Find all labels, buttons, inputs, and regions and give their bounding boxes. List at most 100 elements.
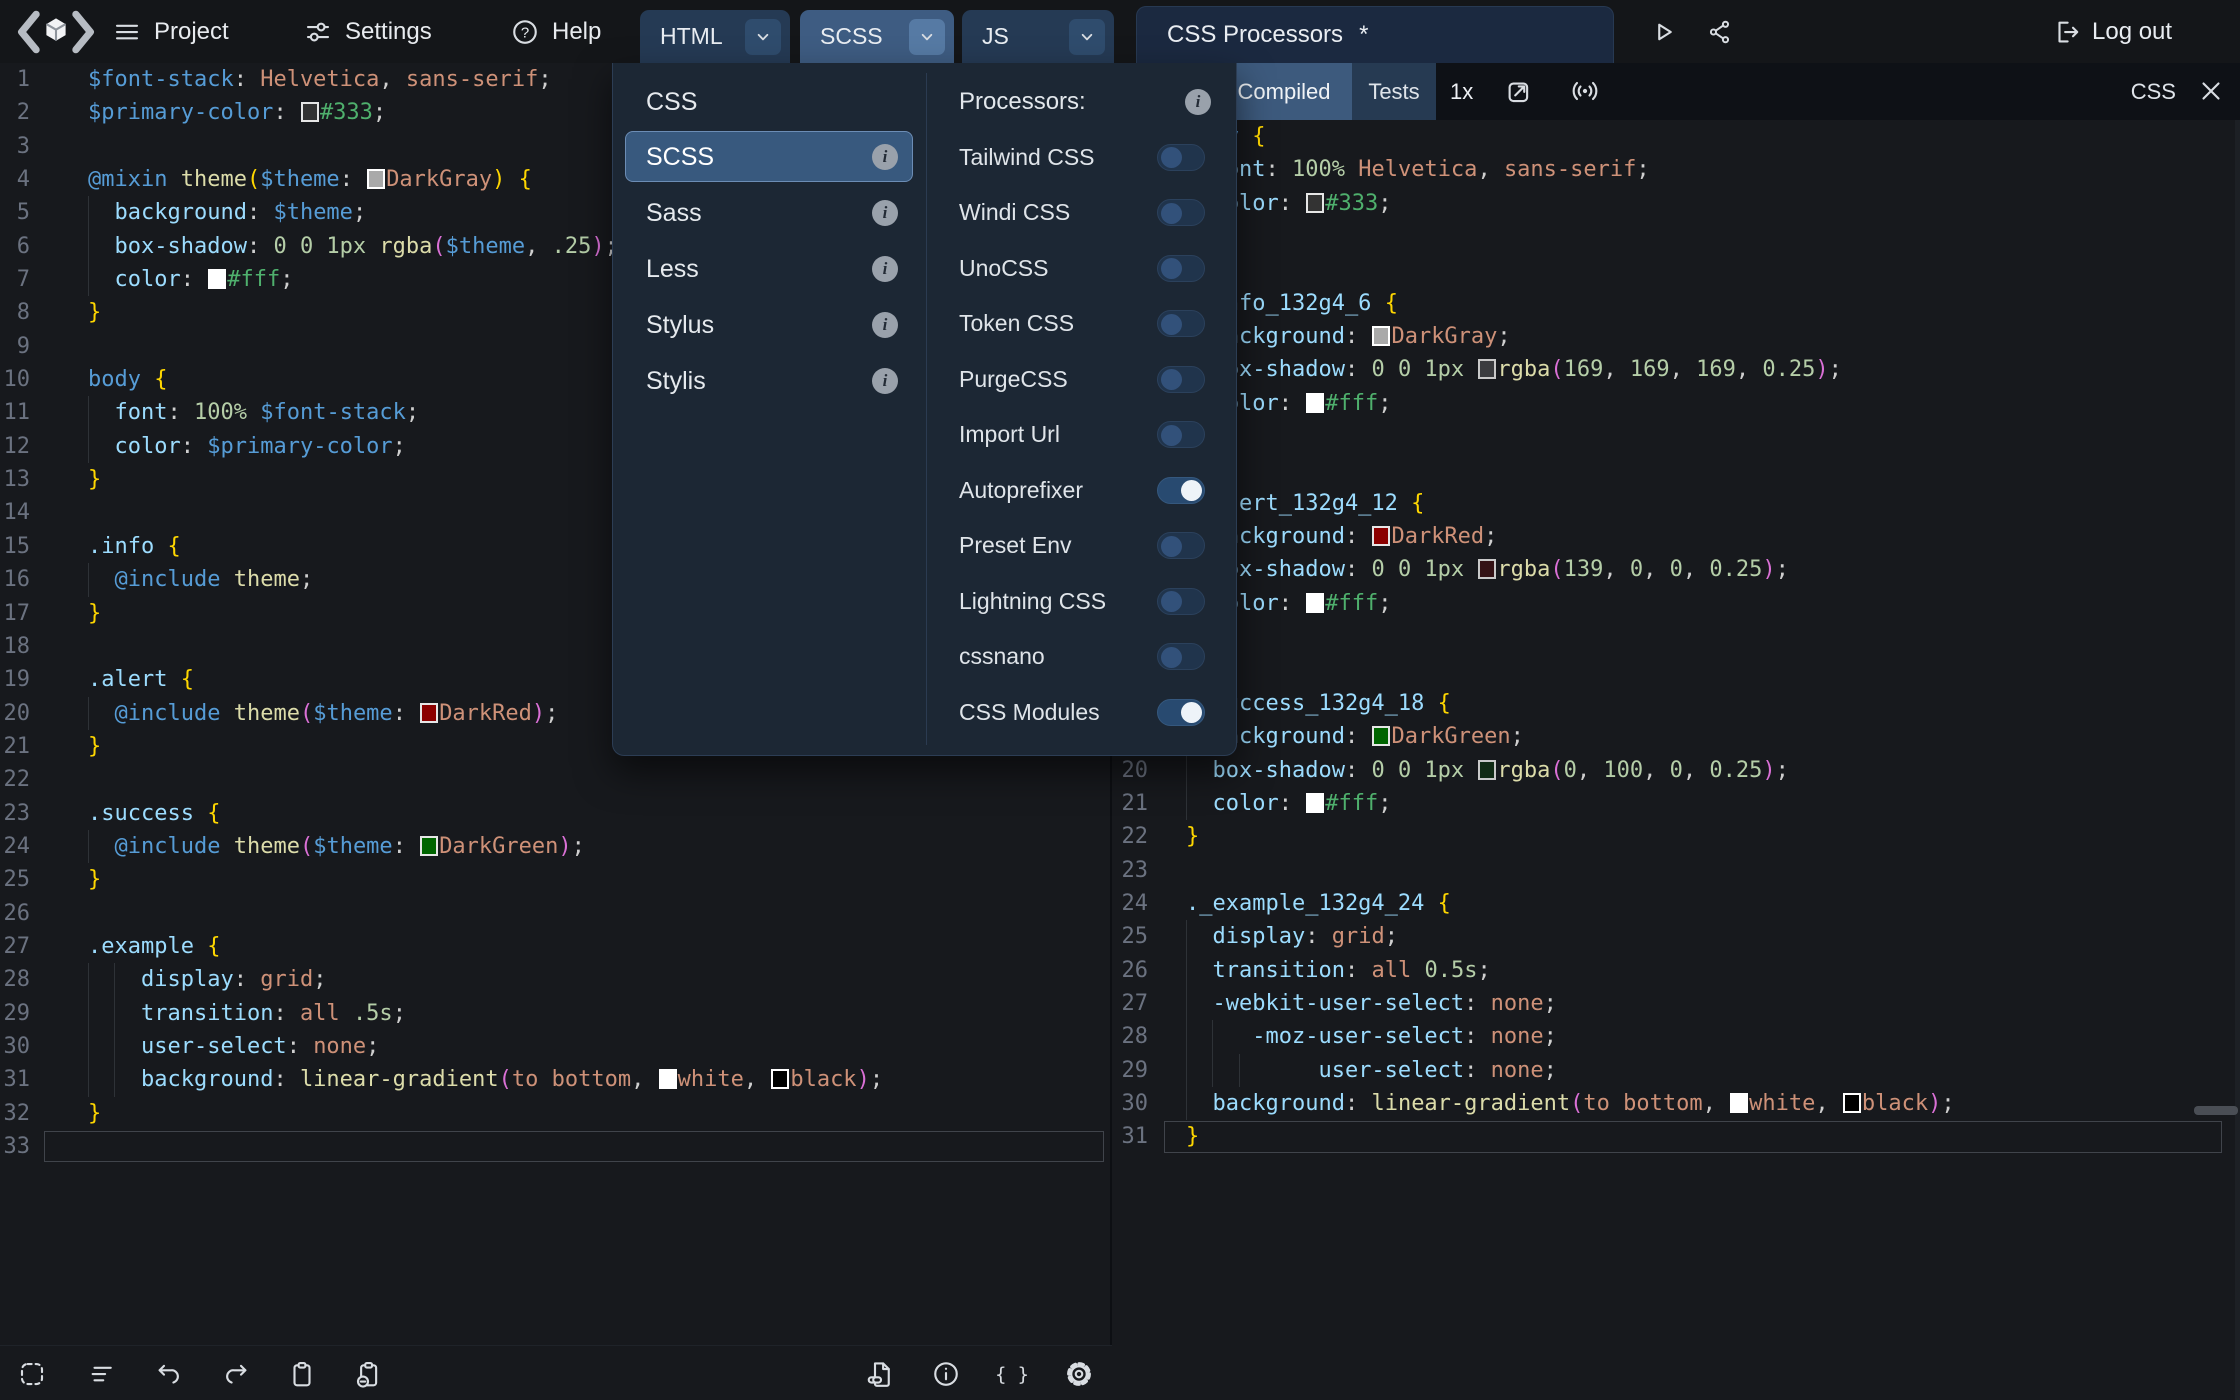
paste-icon[interactable] xyxy=(284,1356,320,1392)
code-line[interactable]: 22 xyxy=(0,763,1110,796)
braces-icon[interactable]: { } xyxy=(994,1356,1030,1392)
info-icon[interactable] xyxy=(928,1356,964,1392)
info-icon[interactable]: i xyxy=(1185,89,1211,115)
toggle-cssnano[interactable] xyxy=(1157,643,1205,670)
chevron-down-icon[interactable] xyxy=(745,19,781,55)
info-icon[interactable]: i xyxy=(872,312,898,338)
code-line[interactable]: 21 color: #fff; xyxy=(1112,786,2240,821)
code-line[interactable]: 12._alert_132g4_12 { xyxy=(1112,487,2240,520)
open-external-icon[interactable] xyxy=(1504,76,1534,106)
file-link-icon[interactable] xyxy=(862,1356,898,1392)
code-line[interactable]: 32} xyxy=(0,1097,1110,1130)
code-line[interactable]: 17 xyxy=(1112,654,2240,687)
code-line[interactable]: 29 transition: all .5s; xyxy=(0,996,1110,1030)
code-line[interactable]: 11 xyxy=(1112,453,2240,486)
code-line[interactable]: 28 -moz-user-select: none; xyxy=(1112,1020,2240,1054)
code-line[interactable]: 20 box-shadow: 0 0 1px rgba(0, 100, 0, 0… xyxy=(1112,753,2240,787)
code-line[interactable]: 30 background: linear-gradient(to bottom… xyxy=(1112,1086,2240,1121)
language-item-stylus[interactable]: Stylus i xyxy=(613,300,926,350)
code-line[interactable]: 15 color: #fff; xyxy=(1112,586,2240,621)
toggle-import-url[interactable] xyxy=(1157,421,1205,448)
code-line[interactable]: 26 transition: all 0.5s; xyxy=(1112,953,2240,987)
language-item-css[interactable]: CSS xyxy=(613,77,926,127)
logout-button[interactable]: Log out xyxy=(2052,0,2172,63)
code-line[interactable]: 7 background: DarkGray; xyxy=(1112,320,2240,354)
menu-project[interactable]: Project xyxy=(112,0,229,63)
code-line[interactable]: 18._success_132g4_18 { xyxy=(1112,687,2240,720)
editor-tab-js[interactable]: JS xyxy=(962,10,1114,63)
code-line[interactable]: 24 @include theme($theme: DarkGreen); xyxy=(0,829,1110,864)
toggle-css-modules[interactable] xyxy=(1157,698,1205,726)
code-line[interactable]: 19 background: DarkGreen; xyxy=(1112,720,2240,754)
code-line[interactable]: 31 background: linear-gradient(to bottom… xyxy=(0,1063,1110,1097)
scrollbar-thumb[interactable] xyxy=(2194,1106,2238,1115)
code-line[interactable]: 8 box-shadow: 0 0 1px rgba(169, 169, 169… xyxy=(1112,353,2240,387)
code-line[interactable]: 9 color: #fff; xyxy=(1112,386,2240,421)
settings-gear-icon[interactable] xyxy=(1061,1356,1097,1392)
code-line[interactable]: 5 xyxy=(1112,253,2240,286)
clipboard-remove-icon[interactable] xyxy=(350,1356,386,1392)
toggle-autoprefixer[interactable] xyxy=(1157,476,1205,504)
code-line[interactable]: 30 user-select: none; xyxy=(0,1029,1110,1064)
broadcast-icon[interactable] xyxy=(1570,76,1600,106)
editor-tab-scss-label: SCSS xyxy=(820,23,883,49)
undo-icon[interactable] xyxy=(151,1356,187,1392)
toggle-unocss[interactable] xyxy=(1157,254,1205,282)
editor-tab-scss[interactable]: SCSS xyxy=(800,10,954,63)
code-line[interactable]: 26 xyxy=(0,897,1110,930)
toggle-preset-env[interactable] xyxy=(1157,532,1205,559)
color-swatch xyxy=(1478,559,1497,580)
info-icon[interactable]: i xyxy=(872,200,898,226)
project-title-panel[interactable]: CSS Processors * xyxy=(1136,6,1614,63)
editor-tab-html[interactable]: HTML xyxy=(640,10,790,63)
language-item-stylis[interactable]: Stylis i xyxy=(613,356,926,406)
code-line[interactable]: 10} xyxy=(1112,420,2240,453)
code-line[interactable]: 3 color: #333; xyxy=(1112,186,2240,221)
code-line[interactable]: 33 xyxy=(0,1130,1110,1163)
info-icon[interactable]: i xyxy=(872,144,898,170)
code-line[interactable]: 13 background: DarkRed; xyxy=(1112,520,2240,554)
chevron-down-icon[interactable] xyxy=(1069,19,1105,55)
chevron-down-icon[interactable] xyxy=(909,19,945,55)
redo-icon[interactable] xyxy=(218,1356,254,1392)
menu-settings[interactable]: Settings xyxy=(303,0,432,63)
code-line[interactable]: 22} xyxy=(1112,820,2240,853)
vertical-scrollbar[interactable] xyxy=(2235,120,2240,1400)
compiled-css-editor[interactable]: 1body {2 font: 100% Helvetica, sans-seri… xyxy=(1112,120,2240,1400)
code-line[interactable]: 23 xyxy=(1112,854,2240,887)
close-icon[interactable] xyxy=(2196,76,2226,106)
code-line[interactable]: 29 user-select: none; xyxy=(1112,1053,2240,1087)
topbar: Project Settings ? Help A HTML SCSS JS xyxy=(0,0,2240,63)
code-line[interactable]: 27 -webkit-user-select: none; xyxy=(1112,986,2240,1021)
code-line[interactable]: 1body { xyxy=(1112,120,2240,153)
code-line[interactable]: 28 display: grid; xyxy=(0,963,1110,997)
code-line[interactable]: 6._info_132g4_6 { xyxy=(1112,287,2240,320)
menu-help[interactable]: ? Help xyxy=(510,0,601,63)
tab-tests[interactable]: Tests xyxy=(1352,63,1436,120)
code-line[interactable]: 2 font: 100% Helvetica, sans-serif; xyxy=(1112,153,2240,187)
language-item-less[interactable]: Less i xyxy=(613,244,926,294)
toggle-tailwind-css[interactable] xyxy=(1157,143,1205,171)
code-line[interactable]: 14 box-shadow: 0 0 1px rgba(139, 0, 0, 0… xyxy=(1112,553,2240,587)
code-line[interactable]: 31} xyxy=(1112,1120,2240,1153)
language-item-scss[interactable]: SCSS i xyxy=(613,131,926,182)
run-button[interactable] xyxy=(1648,0,1678,63)
share-button[interactable] xyxy=(1706,0,1734,63)
language-item-sass[interactable]: Sass i xyxy=(613,188,926,238)
selection-icon[interactable] xyxy=(14,1356,50,1392)
code-line[interactable]: 27 .example { xyxy=(0,930,1110,963)
code-line[interactable]: 4} xyxy=(1112,220,2240,253)
code-line[interactable]: 25} xyxy=(0,863,1110,896)
info-icon[interactable]: i xyxy=(872,368,898,394)
toggle-lightning-css[interactable] xyxy=(1157,587,1205,615)
format-icon[interactable] xyxy=(84,1356,120,1392)
code-line[interactable]: 16} xyxy=(1112,620,2240,653)
toggle-purgecss[interactable] xyxy=(1157,365,1205,393)
toggle-windi-css[interactable] xyxy=(1157,199,1205,226)
zoom-level[interactable]: 1x xyxy=(1450,63,1473,120)
code-line[interactable]: 25 display: grid; xyxy=(1112,920,2240,954)
code-line[interactable]: 24 ._example_132g4_24 { xyxy=(1112,887,2240,920)
toggle-token-css[interactable] xyxy=(1157,310,1205,337)
info-icon[interactable]: i xyxy=(872,256,898,282)
code-line[interactable]: 23 .success { xyxy=(0,797,1110,830)
